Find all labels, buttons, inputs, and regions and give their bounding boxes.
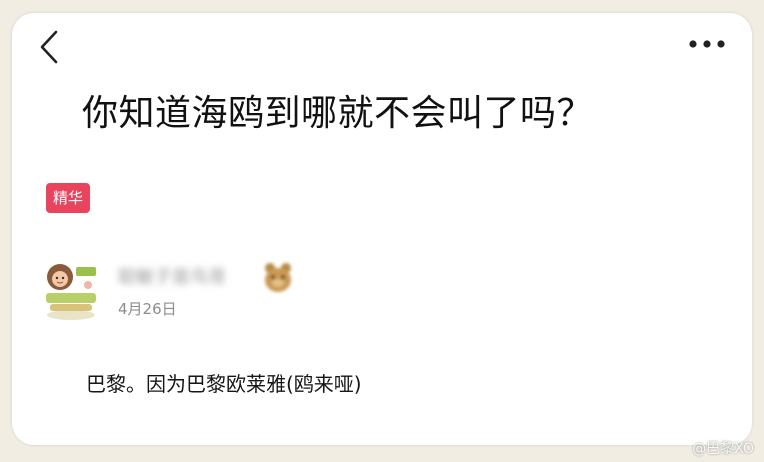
more-dots-icon — [689, 40, 725, 48]
featured-badge: 精华 — [46, 183, 91, 213]
author-name[interactable]: 聪敏子是鸟哥 — [118, 266, 226, 290]
chevron-left-icon — [40, 30, 58, 64]
avatar-cartoon-icon — [46, 264, 96, 320]
post-title: 你知道海鸥到哪就不会叫了吗？ — [82, 93, 594, 134]
post-body: 巴黎。因为巴黎欧莱雅(鸥来哑) — [86, 372, 362, 396]
bear-emoji-icon — [265, 263, 291, 292]
more-options-button[interactable] — [682, 29, 732, 59]
post-card: 你知道海鸥到哪就不会叫了吗？ 精华 聪敏子是鸟哥 4月26日 巴黎。因为巴黎欧莱… — [12, 13, 752, 445]
author-emoji — [262, 260, 294, 294]
post-date: 4月26日 — [118, 300, 177, 318]
watermark: @巴黎XO — [692, 441, 754, 457]
back-button[interactable] — [34, 27, 64, 67]
author-avatar[interactable] — [40, 257, 102, 323]
